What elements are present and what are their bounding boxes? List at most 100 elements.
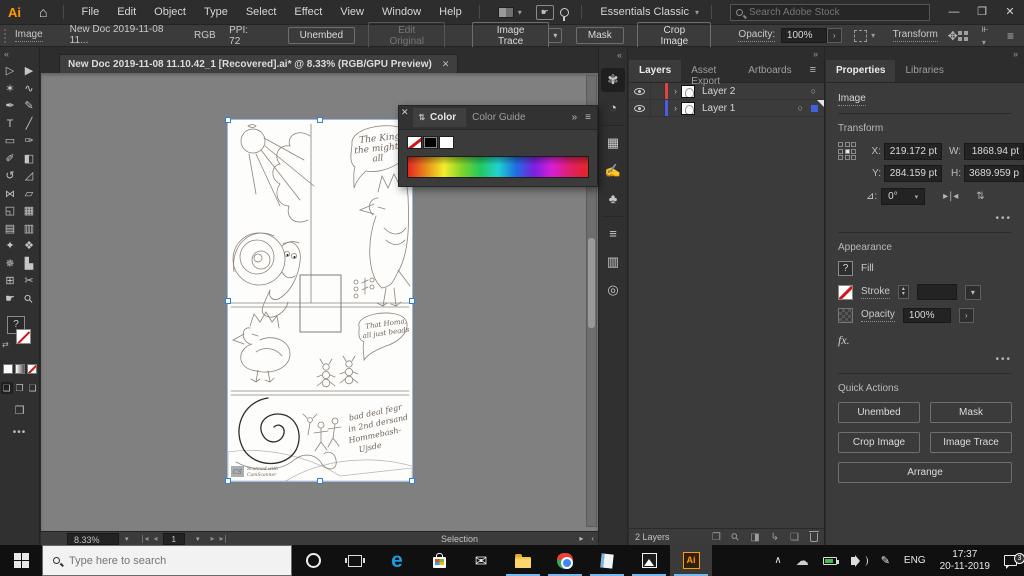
draw-inside-icon[interactable]: ❑ xyxy=(27,382,39,394)
opacity-expand-icon[interactable]: › xyxy=(959,308,974,323)
artboard-image[interactable]: The King the mighty of all That Homa, al… xyxy=(228,120,412,481)
close-panel-icon[interactable]: ✕ xyxy=(399,107,413,128)
layer-row[interactable]: › Layer 1 ○ xyxy=(629,100,824,117)
tab-libraries[interactable]: Libraries xyxy=(895,60,953,82)
minimize-button[interactable]: — xyxy=(940,0,968,24)
linked-file-link[interactable]: New Doc 2019-11-08 11... xyxy=(70,24,181,48)
visibility-cell[interactable] xyxy=(629,100,651,116)
onedrive-icon[interactable]: ☁ xyxy=(789,553,816,569)
blend-tool[interactable]: ❖ xyxy=(20,238,39,256)
taskbar-search[interactable] xyxy=(42,545,292,576)
stroke-swatch[interactable] xyxy=(838,285,853,300)
pen-settings-button[interactable]: ✎ xyxy=(874,554,897,567)
panel-menu-icon[interactable]: ≡ xyxy=(585,112,591,123)
lasso-tool[interactable]: ∿ xyxy=(20,81,39,99)
object-type-link[interactable]: Image xyxy=(838,93,866,106)
edge-button[interactable]: e xyxy=(376,545,418,576)
more-options-icon[interactable]: ••• xyxy=(838,207,1012,233)
selection-handle-sw[interactable] xyxy=(225,478,231,484)
previous-artboard-icon[interactable]: ◂ xyxy=(154,534,158,543)
battery-button[interactable] xyxy=(816,557,844,565)
unembed-button[interactable]: Unembed xyxy=(838,402,920,423)
layer-thumbnail[interactable] xyxy=(681,102,695,115)
panel-menu-icon[interactable]: ≡ xyxy=(802,60,824,82)
selection-handle-se[interactable] xyxy=(409,478,415,484)
layer-thumbnail[interactable] xyxy=(681,85,695,98)
align-objects-icon[interactable]: ⫦ ▾ xyxy=(982,23,993,48)
reference-point-icon[interactable]: ✥ xyxy=(948,29,958,43)
taskbar-search-input[interactable] xyxy=(69,555,259,567)
none-button[interactable] xyxy=(27,364,37,374)
last-artboard-icon[interactable]: ▸∣ xyxy=(220,534,228,543)
lock-cell[interactable] xyxy=(651,100,665,116)
volume-button[interactable] xyxy=(844,557,874,565)
scale-tool[interactable]: ◿ xyxy=(20,168,39,186)
chrome-button[interactable] xyxy=(544,545,586,576)
adobe-stock-search[interactable] xyxy=(730,4,930,21)
visibility-cell[interactable] xyxy=(629,83,651,99)
collapse-tools-icon[interactable]: « xyxy=(0,47,39,63)
draw-normal-icon[interactable]: ❏ xyxy=(1,382,13,394)
rectangle-tool[interactable]: ▭ xyxy=(1,133,20,151)
illustrator-taskbar-button[interactable]: Ai xyxy=(670,545,712,576)
workspace-switcher[interactable]: Essentials Classic xyxy=(590,6,691,18)
opacity-expand-icon[interactable]: › xyxy=(827,28,842,43)
width-tool[interactable]: ⋈ xyxy=(1,186,20,204)
new-layer-icon[interactable]: ❏ xyxy=(790,532,799,543)
panel-menu-icon[interactable]: ≡ xyxy=(1007,29,1014,43)
mask-button[interactable]: Mask xyxy=(576,27,624,44)
black-swatch[interactable] xyxy=(423,136,438,149)
file-explorer-button[interactable] xyxy=(502,545,544,576)
document-tab[interactable]: New Doc 2019-11-08 11.10.42_1 [Recovered… xyxy=(59,54,458,73)
collapse-panel-icon[interactable]: » xyxy=(572,112,578,123)
brushes-panel-icon[interactable]: ✍ xyxy=(601,159,625,183)
photos-button[interactable] xyxy=(628,545,670,576)
image-trace-button[interactable]: Image Trace xyxy=(472,22,550,50)
lightbulb-discover-icon[interactable] xyxy=(560,8,569,17)
x-field[interactable]: 219.172 pt xyxy=(884,143,942,160)
pen-tool[interactable]: ✒ xyxy=(1,98,20,116)
menu-object[interactable]: Object xyxy=(145,6,195,18)
home-icon[interactable]: ⌂ xyxy=(31,4,55,20)
y-field[interactable]: 284.159 pt xyxy=(884,165,942,182)
new-sublayer-icon[interactable]: ↳ xyxy=(771,532,779,543)
play-icon[interactable]: ▸ xyxy=(579,534,583,543)
artboard-chevron-icon[interactable]: ▾ xyxy=(190,535,206,543)
close-tab-icon[interactable]: ✕ xyxy=(442,59,450,70)
zoom-level-field[interactable]: 8.33% xyxy=(67,533,119,545)
bounding-box-icon[interactable] xyxy=(854,30,868,42)
panel-cycle-icon[interactable]: ⇅ xyxy=(419,113,426,122)
color-panel-icon[interactable]: ✾ xyxy=(601,68,625,92)
opacity-checker-icon[interactable] xyxy=(838,308,853,323)
menu-edit[interactable]: Edit xyxy=(108,6,145,18)
edit-original-button[interactable]: Edit Original xyxy=(368,22,444,50)
menu-help[interactable]: Help xyxy=(430,6,471,18)
column-graph-tool[interactable]: ▙ xyxy=(20,256,39,274)
gradient-panel-icon[interactable]: ▥ xyxy=(601,250,625,274)
show-hidden-icons-button[interactable]: ∧ xyxy=(767,555,788,566)
direct-selection-tool[interactable]: ▶ xyxy=(20,63,39,81)
swatches-panel-icon[interactable]: ▦ xyxy=(601,131,625,155)
layer-name[interactable]: Layer 2 xyxy=(695,86,735,97)
fx-icon[interactable]: fx. xyxy=(838,331,1012,348)
menu-file[interactable]: File xyxy=(72,6,108,18)
none-color-swatch[interactable] xyxy=(407,136,422,149)
shape-builder-tool[interactable]: ◱ xyxy=(1,203,20,221)
expand-layer-icon[interactable]: › xyxy=(668,86,681,96)
h-field[interactable]: 3689.959 p xyxy=(964,165,1024,182)
clock[interactable]: 17:37 20-11-2019 xyxy=(933,549,997,573)
tab-asset-export[interactable]: Asset Export xyxy=(681,60,738,82)
reference-point-selector[interactable] xyxy=(838,142,862,160)
task-view-button[interactable] xyxy=(334,545,376,576)
store-button[interactable] xyxy=(418,545,460,576)
opacity-field[interactable]: 100% xyxy=(903,308,951,323)
rotate-tool[interactable]: ↺ xyxy=(1,168,20,186)
change-screen-mode-icon[interactable]: ❒ xyxy=(0,404,39,417)
free-transform-tool[interactable]: ▱ xyxy=(20,186,39,204)
arrange-button[interactable]: Arrange xyxy=(838,462,1012,483)
edit-toolbar-icon[interactable]: ••• xyxy=(0,427,39,438)
curvature-tool[interactable]: ✎ xyxy=(20,98,39,116)
notepad-button[interactable] xyxy=(586,545,628,576)
stock-search-input[interactable] xyxy=(749,7,909,18)
symbols-panel-icon[interactable]: ♣ xyxy=(601,187,625,211)
